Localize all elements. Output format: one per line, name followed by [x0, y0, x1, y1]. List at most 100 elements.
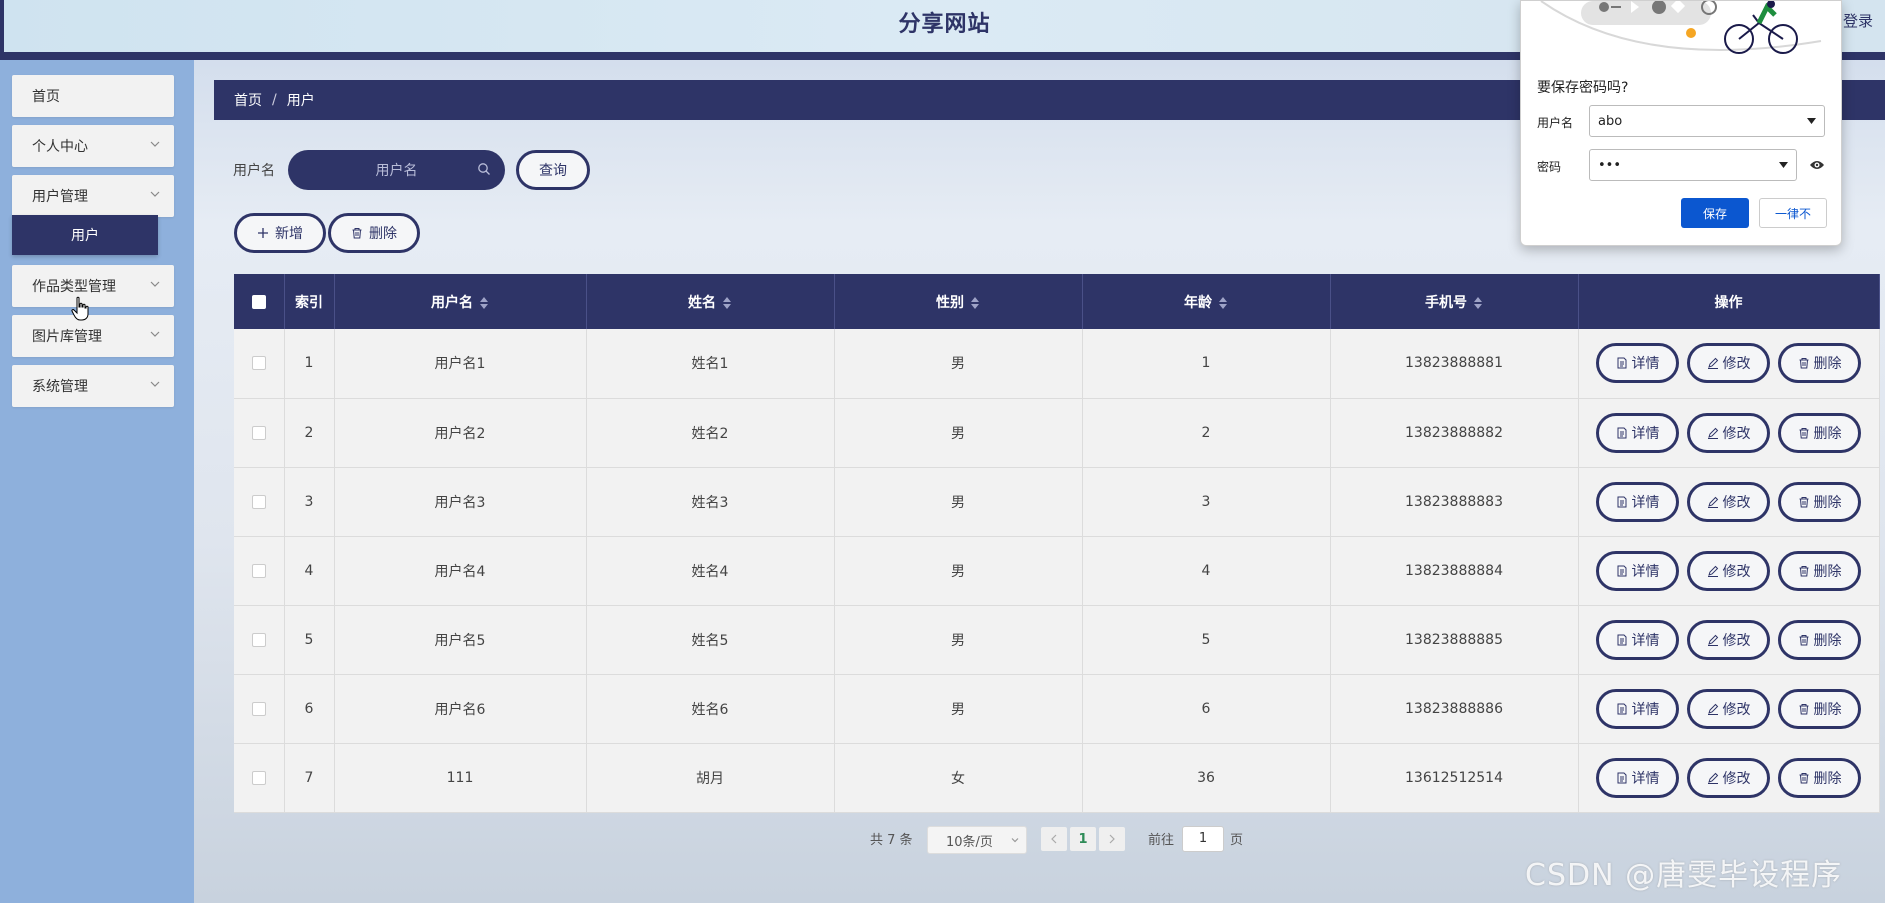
delete-button[interactable]: 删除	[1778, 412, 1861, 453]
goto-page-input[interactable]: 1	[1182, 826, 1224, 852]
row-select-cell[interactable]	[234, 605, 285, 675]
delete-button[interactable]: 删除	[1778, 343, 1861, 384]
delete-button[interactable]: 删除	[1778, 619, 1861, 660]
bulk-delete-button[interactable]: 删除	[328, 213, 420, 253]
sidebar-item-work-type-management[interactable]: 作品类型管理	[12, 265, 174, 307]
chevron-down-icon	[150, 331, 160, 337]
add-button[interactable]: 新增	[234, 213, 326, 253]
search-input[interactable]: 用户名	[288, 150, 505, 190]
row-select-cell[interactable]	[234, 398, 285, 468]
cell-phone: 13823888886	[1330, 674, 1579, 744]
eye-icon[interactable]	[1809, 159, 1825, 171]
column-header-gender[interactable]: 性别	[834, 274, 1083, 329]
column-header-username[interactable]: 用户名	[334, 274, 587, 329]
page-suffix: 页	[1230, 833, 1244, 848]
caret-down-icon	[1779, 162, 1788, 168]
prev-page-button[interactable]	[1041, 827, 1067, 851]
page-number-current[interactable]: 1	[1070, 827, 1096, 851]
row-select-cell[interactable]	[234, 674, 285, 744]
edit-button[interactable]: 修改	[1687, 550, 1770, 591]
detail-button[interactable]: 详情	[1596, 550, 1679, 591]
detail-button-label: 详情	[1631, 770, 1660, 787]
row-checkbox[interactable]	[251, 356, 266, 371]
row-select-cell[interactable]	[234, 467, 285, 537]
plus-icon	[258, 228, 268, 238]
sidebar-item-gallery-management[interactable]: 图片库管理	[12, 315, 174, 357]
query-button[interactable]: 查询	[516, 150, 590, 190]
next-page-button[interactable]	[1099, 827, 1125, 851]
row-checkbox[interactable]	[251, 701, 266, 716]
delete-button[interactable]: 删除	[1778, 688, 1861, 729]
pw-username-value: abo	[1598, 113, 1623, 129]
detail-button[interactable]: 详情	[1596, 412, 1679, 453]
pw-username-field[interactable]: abo	[1589, 105, 1825, 137]
trash-icon	[1799, 703, 1808, 714]
row-checkbox[interactable]	[251, 494, 266, 509]
user-table: 索引 用户名 姓名 性别 年龄 手机号 操作 1 用户名1 姓名1 男 1 13…	[234, 274, 1880, 813]
never-save-button[interactable]: 一律不	[1759, 198, 1827, 228]
sidebar-item-label: 系统管理	[32, 379, 88, 395]
cell-phone: 13823888884	[1330, 536, 1579, 606]
pw-password-field[interactable]: •••	[1589, 149, 1797, 181]
breadcrumb-separator: /	[272, 92, 277, 108]
row-select-cell[interactable]	[234, 329, 285, 399]
sidebar-item-system-management[interactable]: 系统管理	[12, 365, 174, 407]
delete-button[interactable]: 删除	[1778, 757, 1861, 798]
detail-button[interactable]: 详情	[1596, 481, 1679, 522]
add-button-label: 新增	[275, 226, 303, 242]
cell-name: 姓名4	[586, 536, 835, 606]
sidebar-item-personal-center[interactable]: 个人中心	[12, 125, 174, 167]
row-select-cell[interactable]	[234, 536, 285, 606]
sort-icon[interactable]	[1218, 296, 1228, 310]
sidebar-item-home[interactable]: 首页	[12, 75, 174, 117]
save-password-button[interactable]: 保存	[1681, 198, 1749, 228]
cell-actions: 详情 修改 删除	[1578, 467, 1880, 537]
sidebar-subitem-user[interactable]: 用户	[12, 215, 158, 255]
password-illustration	[1540, 1, 1822, 54]
table-row: 1 用户名1 姓名1 男 1 13823888881 详情 修改 删除	[234, 329, 1880, 399]
edit-button[interactable]: 修改	[1687, 481, 1770, 522]
column-header-age[interactable]: 年龄	[1082, 274, 1331, 329]
detail-button[interactable]: 详情	[1596, 343, 1679, 384]
login-link[interactable]: 登录	[1843, 10, 1873, 31]
row-checkbox[interactable]	[251, 425, 266, 440]
detail-button[interactable]: 详情	[1596, 619, 1679, 660]
delete-button[interactable]: 删除	[1778, 481, 1861, 522]
chevron-left-icon	[1051, 834, 1057, 844]
pencil-icon	[1707, 772, 1718, 784]
row-checkbox[interactable]	[251, 770, 266, 785]
chevron-down-icon	[150, 281, 160, 287]
sort-icon[interactable]	[479, 296, 489, 310]
column-header-phone[interactable]: 手机号	[1330, 274, 1579, 329]
sort-icon[interactable]	[970, 296, 980, 310]
page-size-select[interactable]: 10条/页	[927, 826, 1027, 854]
edit-button[interactable]: 修改	[1687, 688, 1770, 729]
cell-username: 用户名5	[334, 605, 587, 675]
edit-button[interactable]: 修改	[1687, 412, 1770, 453]
edit-button[interactable]: 修改	[1687, 757, 1770, 798]
cell-phone: 13823888883	[1330, 467, 1579, 537]
column-header-label: 手机号	[1425, 294, 1467, 311]
trash-icon	[1799, 496, 1808, 507]
column-header-name[interactable]: 姓名	[586, 274, 835, 329]
document-icon	[1617, 496, 1626, 507]
row-checkbox[interactable]	[251, 563, 266, 578]
edit-button[interactable]: 修改	[1687, 619, 1770, 660]
search-placeholder: 用户名	[375, 163, 418, 179]
select-all-checkbox[interactable]	[251, 294, 266, 309]
header-select-all[interactable]	[234, 274, 285, 329]
cell-age: 4	[1082, 536, 1331, 606]
detail-button[interactable]: 详情	[1596, 688, 1679, 729]
edit-button[interactable]: 修改	[1687, 343, 1770, 384]
breadcrumb-home[interactable]: 首页	[234, 90, 262, 110]
sidebar-item-label: 图片库管理	[32, 329, 102, 345]
delete-button-label: 删除	[1813, 563, 1842, 580]
delete-button[interactable]: 删除	[1778, 550, 1861, 591]
row-checkbox[interactable]	[251, 632, 266, 647]
sort-icon[interactable]	[1473, 296, 1483, 310]
sidebar-item-user-management[interactable]: 用户管理	[12, 175, 174, 217]
sort-icon[interactable]	[722, 296, 732, 310]
detail-button[interactable]: 详情	[1596, 757, 1679, 798]
page-size-value: 10条/页	[946, 834, 993, 850]
row-select-cell[interactable]	[234, 743, 285, 813]
